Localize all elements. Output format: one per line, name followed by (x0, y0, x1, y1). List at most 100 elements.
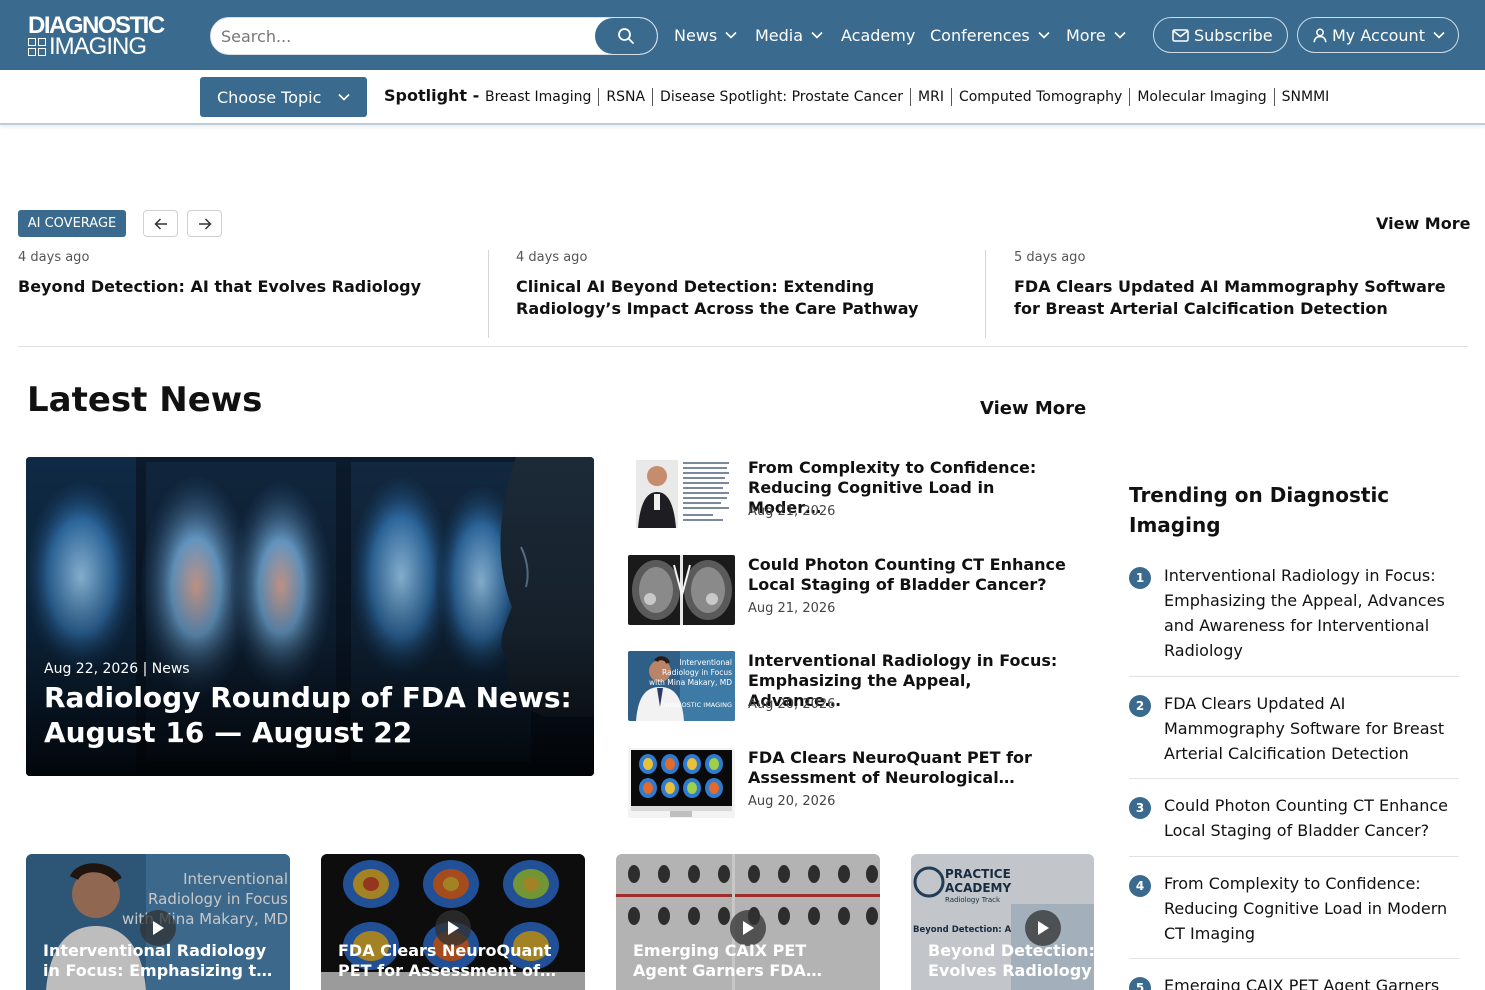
carousel-prev-button[interactable] (143, 210, 178, 237)
play-icon (1038, 921, 1049, 935)
search-button[interactable] (595, 18, 657, 54)
news-item-title[interactable]: FDA Clears NeuroQuant PET for Assessment… (748, 748, 1068, 788)
trending-item[interactable]: 3 Could Photon Counting CT Enhance Local… (1129, 793, 1459, 857)
card-title[interactable]: Clinical AI Beyond Detection: Extending … (516, 276, 976, 320)
video-card[interactable]: Interventional Radiology in Focus with M… (26, 854, 290, 990)
separator (950, 88, 952, 106)
user-icon (1313, 28, 1327, 42)
news-item-title[interactable]: Could Photon Counting CT Enhance Local S… (748, 555, 1068, 595)
nav-more-label: More (1066, 25, 1106, 45)
separator (598, 88, 600, 106)
news-item-date: Aug 21, 2026 (748, 504, 836, 519)
card-date: 4 days ago (18, 250, 90, 265)
news-item-date: Aug 20, 2026 (748, 697, 836, 712)
spotlight-links: Breast Imaging RSNA Disease Spotlight: P… (485, 88, 1329, 106)
spotlight-link-mri[interactable]: MRI (918, 89, 944, 105)
play-icon (448, 921, 459, 935)
trending-item-title[interactable]: Could Photon Counting CT Enhance Local S… (1164, 793, 1459, 843)
video-title[interactable]: Emerging CAIX PET Agent Garners FDA… (633, 941, 863, 981)
trending-item-title[interactable]: Emerging CAIX PET Agent Garners (1164, 973, 1459, 990)
video-title[interactable]: Interventional Radiology in Focus: Empha… (43, 941, 273, 981)
nav-media-label: Media (755, 25, 804, 45)
latest-news-view-more-link[interactable]: View More (980, 398, 1086, 419)
chevron-down-icon (725, 31, 737, 39)
ai-coverage-view-more-link[interactable]: View More (1376, 214, 1470, 233)
subscribe-button[interactable]: Subscribe (1153, 17, 1288, 53)
nav-conferences-label: Conferences (930, 25, 1030, 45)
my-account-button[interactable]: My Account (1297, 17, 1459, 53)
search-box (210, 17, 658, 55)
news-list-item[interactable]: Could Photon Counting CT Enhance Local S… (628, 555, 1088, 631)
video-title[interactable]: Beyond Detection: Evolves Radiology (928, 941, 1094, 981)
arrow-right-icon (198, 217, 212, 230)
svg-text:with Mina Makary, MD: with Mina Makary, MD (649, 678, 732, 687)
svg-text:Radiology in Focus: Radiology in Focus (662, 668, 732, 677)
news-list-item[interactable]: Interventional Radiology in Focus with M… (628, 651, 1088, 727)
ai-coverage-card[interactable]: 4 days ago Clinical AI Beyond Detection:… (516, 250, 976, 320)
spotlight-link-computed-tomography[interactable]: Computed Tomography (959, 89, 1122, 105)
trending-item-title[interactable]: FDA Clears Updated AI Mammography Softwa… (1164, 691, 1459, 766)
trending-item-title[interactable]: Interventional Radiology in Focus: Empha… (1164, 563, 1459, 663)
trending-rank-badge: 4 (1129, 875, 1151, 897)
news-list-item[interactable]: From Complexity to Confidence: Reducing … (628, 458, 1088, 534)
arrow-left-icon (153, 217, 167, 230)
ai-coverage-card[interactable]: 5 days ago FDA Clears Updated AI Mammogr… (1014, 250, 1469, 320)
trending-item-title[interactable]: From Complexity to Confidence: Reducing … (1164, 871, 1459, 946)
video-card[interactable]: PRACTICE ACADEMY Radiology Track Beyond … (911, 854, 1094, 990)
spotlight-link-molecular-imaging[interactable]: Molecular Imaging (1137, 89, 1266, 105)
trending-heading: Trending on Diagnostic Imaging (1129, 483, 1390, 537)
play-icon (743, 921, 754, 935)
video-title[interactable]: FDA Clears NeuroQuant PET for Assessment… (338, 941, 568, 981)
separator (910, 88, 912, 106)
trending-item[interactable]: 2 FDA Clears Updated AI Mammography Soft… (1129, 691, 1459, 779)
search-icon (618, 28, 634, 44)
card-date: 5 days ago (1014, 250, 1086, 265)
logo-line-2: IMAGING (28, 33, 147, 60)
trending-rank-badge: 3 (1129, 797, 1151, 819)
chevron-down-icon (1038, 31, 1050, 39)
trending-item[interactable]: 5 Emerging CAIX PET Agent Garners (1129, 973, 1459, 990)
chevron-down-icon (1433, 31, 1445, 39)
trending-rank-badge: 1 (1129, 567, 1151, 589)
news-thumbnail (628, 555, 735, 625)
card-title[interactable]: Beyond Detection: AI that Evolves Radiol… (18, 276, 488, 298)
section-divider (18, 346, 1468, 347)
video-card[interactable]: FDA Clears NeuroQuant PET for Assessment… (321, 854, 585, 990)
ai-coverage-card[interactable]: 4 days ago Beyond Detection: AI that Evo… (18, 250, 488, 298)
choose-topic-dropdown[interactable]: Choose Topic (200, 77, 367, 117)
ai-coverage-badge[interactable]: AI COVERAGE (18, 210, 126, 237)
nav-academy[interactable]: Academy (841, 22, 915, 48)
divider (985, 250, 986, 338)
carousel-next-button[interactable] (187, 210, 222, 237)
spotlight-link-snmmi[interactable]: SNMMI (1282, 89, 1330, 105)
nav-more[interactable]: More (1066, 22, 1126, 48)
spotlight-link-rsna[interactable]: RSNA (606, 89, 645, 105)
video-card[interactable]: Emerging CAIX PET Agent Garners FDA… (616, 854, 880, 990)
logo-line-2-text: IMAGING (49, 33, 147, 60)
site-logo[interactable]: DIAGNOSTIC IMAGING (28, 14, 168, 60)
latest-news-heading: Latest News (27, 380, 263, 420)
play-icon (153, 921, 164, 935)
nav-news[interactable]: News (674, 22, 737, 48)
news-item-date: Aug 20, 2026 (748, 794, 836, 809)
search-input[interactable] (211, 18, 597, 54)
featured-article-title[interactable]: Radiology Roundup of FDA News: August 16… (44, 680, 574, 750)
news-list-item[interactable]: FDA Clears NeuroQuant PET for Assessment… (628, 748, 1088, 824)
spotlight-link-prostate-cancer[interactable]: Disease Spotlight: Prostate Cancer (660, 89, 903, 105)
trending-item[interactable]: 4 From Complexity to Confidence: Reducin… (1129, 871, 1459, 959)
subscribe-label: Subscribe (1194, 25, 1273, 45)
mail-icon (1172, 28, 1189, 42)
my-account-label: My Account (1332, 25, 1425, 45)
card-title[interactable]: FDA Clears Updated AI Mammography Softwa… (1014, 276, 1469, 320)
spotlight-link-breast-imaging[interactable]: Breast Imaging (485, 89, 591, 105)
chevron-down-icon (1114, 31, 1126, 39)
trending-item[interactable]: 1 Interventional Radiology in Focus: Emp… (1129, 563, 1459, 677)
separator (652, 88, 654, 106)
nav-media[interactable]: Media (755, 22, 823, 48)
separator (1129, 88, 1131, 106)
separator (1273, 88, 1275, 106)
divider (488, 250, 489, 338)
svg-text:Interventional: Interventional (680, 658, 732, 667)
nav-conferences[interactable]: Conferences (930, 22, 1050, 48)
spotlight-label: Spotlight - (384, 86, 480, 105)
